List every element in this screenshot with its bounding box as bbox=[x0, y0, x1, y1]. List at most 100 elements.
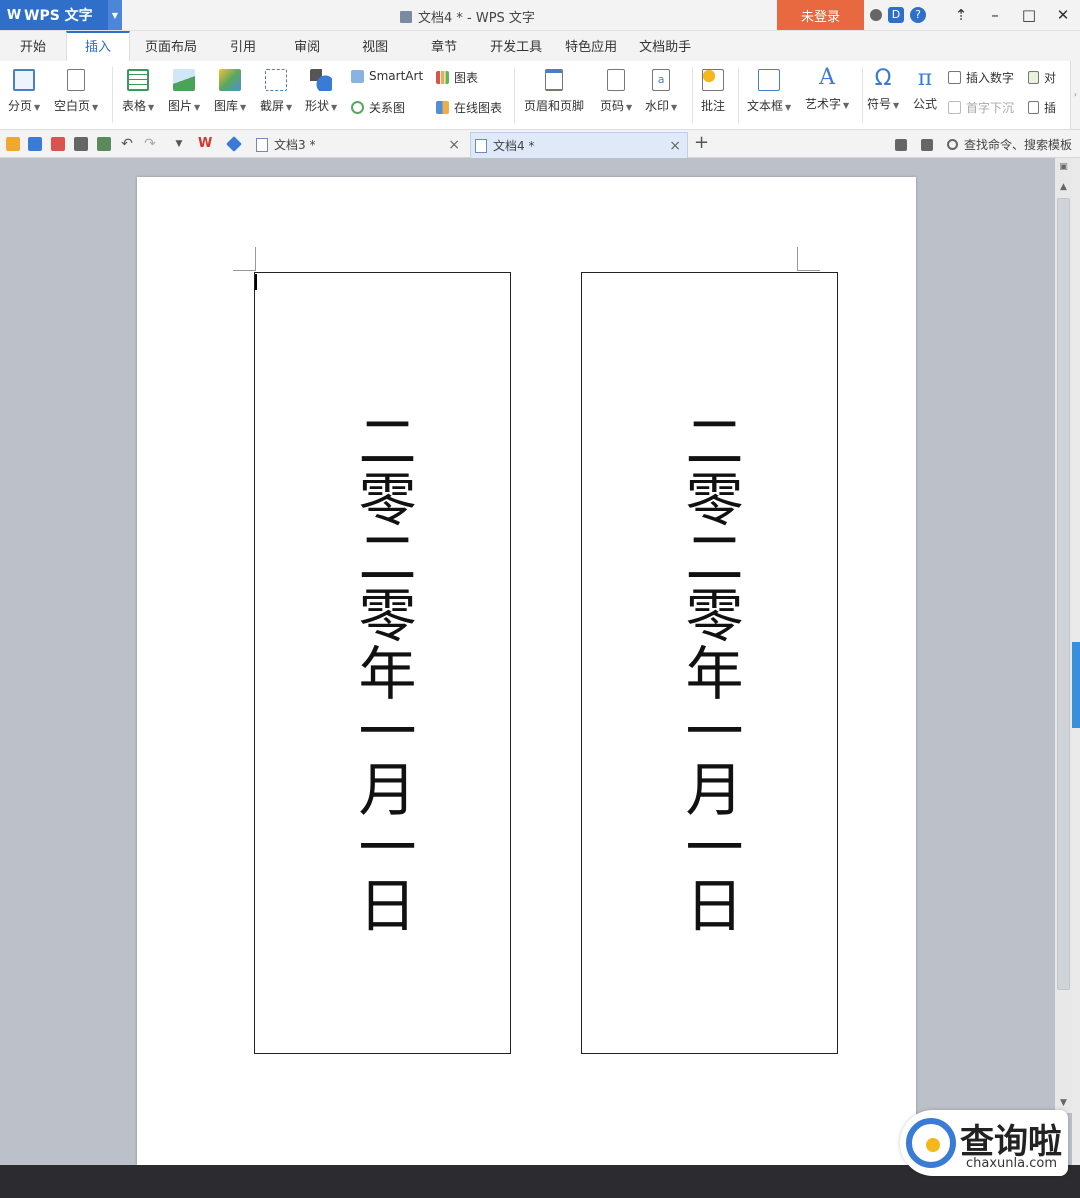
tab-page-layout[interactable]: 页面布局 bbox=[130, 31, 212, 61]
drop-cap-button[interactable]: 首字下沉 bbox=[948, 99, 1014, 116]
crop-mark bbox=[798, 270, 820, 271]
tab-developer[interactable]: 开发工具 bbox=[478, 31, 554, 61]
tab-chapter[interactable]: 章节 bbox=[410, 31, 478, 61]
restore-ribbon-icon[interactable]: ⇡ bbox=[944, 0, 978, 30]
formula-label: 公式 bbox=[913, 97, 938, 111]
header-footer-icon bbox=[545, 69, 563, 91]
new-tab-button[interactable]: + bbox=[694, 132, 709, 153]
redo-icon[interactable]: ↷ bbox=[143, 137, 157, 151]
table-label: 表格 bbox=[122, 99, 147, 113]
shape-button[interactable]: 形状 ▼ bbox=[305, 69, 337, 114]
page-break-button[interactable]: 分页 ▼ bbox=[8, 69, 40, 114]
insert-extra-icon bbox=[1028, 101, 1039, 114]
scroll-down-icon[interactable]: ▼ bbox=[1055, 1098, 1072, 1108]
divider bbox=[738, 67, 739, 123]
tab-features[interactable]: 特色应用 bbox=[554, 31, 628, 61]
insert-number-button[interactable]: 插入数字 bbox=[948, 69, 1014, 86]
search-command-box[interactable]: 查找命令、搜索模板 bbox=[964, 136, 1072, 153]
picture-button[interactable]: 图片 ▼ bbox=[168, 69, 200, 114]
document-page[interactable]: 二零二零年一月一日 二零二零年一月一日 bbox=[137, 177, 916, 1165]
scroll-top-icon[interactable]: ▣ bbox=[1055, 162, 1072, 172]
tab-home[interactable]: 开始 bbox=[0, 31, 66, 61]
help-icon[interactable]: ? bbox=[910, 7, 926, 23]
textbox-label: 文本框 bbox=[747, 99, 784, 113]
omega-icon: Ω bbox=[874, 66, 892, 91]
header-footer-label: 页眉和页脚 bbox=[524, 99, 585, 113]
doc-tab-3[interactable]: 文档3 * × bbox=[252, 132, 466, 158]
login-button[interactable]: 未登录 bbox=[777, 0, 864, 30]
ribbon-insert: 分页 ▼ 空白页 ▼ 表格 ▼ 图片 ▼ 图库 ▼ 截屏 ▼ 形状 ▼ SmartArt 图表… bbox=[0, 61, 1080, 130]
document-icon bbox=[256, 138, 268, 152]
scrollbar-thumb[interactable] bbox=[1057, 198, 1070, 990]
customize-dropdown-icon[interactable]: ▼ bbox=[172, 137, 186, 151]
tab-insert[interactable]: 插入 bbox=[66, 31, 131, 61]
cloud-doc-icon[interactable] bbox=[226, 136, 242, 152]
pi-icon: π bbox=[917, 66, 933, 91]
blank-page-label: 空白页 bbox=[54, 99, 91, 113]
save-icon[interactable] bbox=[28, 137, 42, 151]
tab-doc-assistant[interactable]: 文档助手 bbox=[628, 31, 702, 61]
feedback-icon[interactable] bbox=[920, 138, 933, 151]
object-button[interactable]: 对 bbox=[1028, 69, 1056, 86]
formula-button[interactable]: π 公式 bbox=[913, 67, 937, 112]
header-footer-button[interactable]: 页眉和页脚 bbox=[524, 69, 584, 114]
open-icon[interactable] bbox=[6, 137, 20, 151]
comment-button[interactable]: 批注 bbox=[701, 69, 725, 114]
vertical-text-left: 二零二零年一月一日 bbox=[348, 411, 417, 933]
drop-cap-icon bbox=[948, 101, 961, 114]
print-icon[interactable] bbox=[74, 137, 88, 151]
vertical-text-right: 二零二零年一月一日 bbox=[675, 411, 744, 933]
blank-page-button[interactable]: 空白页 ▼ bbox=[54, 69, 98, 114]
scissors-icon bbox=[265, 69, 288, 91]
textbox-icon bbox=[758, 69, 781, 91]
table-button[interactable]: 表格 ▼ bbox=[122, 69, 154, 114]
crop-mark bbox=[255, 247, 256, 271]
textbox-button[interactable]: 文本框 ▼ bbox=[747, 69, 791, 114]
screenshot-button[interactable]: 截屏 ▼ bbox=[260, 69, 292, 114]
wordart-label: 艺术字 bbox=[805, 97, 842, 111]
undo-icon[interactable]: ↶ bbox=[120, 137, 134, 151]
chart-label: 图表 bbox=[454, 71, 479, 85]
close-icon[interactable]: × bbox=[669, 133, 681, 159]
gallery-label: 图库 bbox=[214, 99, 239, 113]
print-preview-icon[interactable] bbox=[97, 137, 111, 151]
ribbon-scroll-right[interactable]: › bbox=[1070, 61, 1080, 129]
text-box-right[interactable]: 二零二零年一月一日 bbox=[581, 272, 838, 1054]
watermark-button[interactable]: a 水印 ▼ bbox=[645, 69, 677, 114]
scroll-up-icon[interactable]: ▲ bbox=[1055, 182, 1072, 192]
tab-view[interactable]: 视图 bbox=[340, 31, 410, 61]
skin-icon[interactable] bbox=[870, 9, 882, 21]
maximize-button[interactable]: □ bbox=[1012, 0, 1046, 30]
wps-home-icon[interactable]: W bbox=[198, 137, 212, 151]
minimize-button[interactable]: – bbox=[978, 0, 1012, 30]
side-panel-toggle[interactable] bbox=[1072, 642, 1080, 728]
close-icon[interactable]: × bbox=[448, 132, 460, 158]
bar-chart-icon bbox=[436, 71, 449, 84]
number-icon bbox=[948, 71, 961, 84]
skin-icon[interactable] bbox=[894, 138, 907, 151]
close-button[interactable]: ✕ bbox=[1046, 0, 1080, 30]
symbol-button[interactable]: Ω 符号 ▼ bbox=[867, 67, 899, 112]
text-cursor bbox=[255, 274, 257, 290]
tab-references[interactable]: 引用 bbox=[212, 31, 274, 61]
doc-tab-4[interactable]: 文档4 * × bbox=[470, 132, 688, 158]
gallery-button[interactable]: 图库 ▼ bbox=[214, 69, 246, 114]
sync-icon[interactable]: D bbox=[888, 7, 904, 23]
chart-button[interactable]: 图表 bbox=[436, 69, 478, 86]
gallery-icon bbox=[219, 69, 242, 91]
watermark-label: 水印 bbox=[645, 99, 670, 113]
wps-menu-button[interactable]: W WPS 文字 ▼ bbox=[0, 0, 122, 30]
vertical-scrollbar[interactable]: ▣ ▲ ▼ bbox=[1055, 158, 1072, 1113]
wordart-button[interactable]: A 艺术字 ▼ bbox=[805, 67, 849, 112]
app-logo-text: WPS 文字 bbox=[24, 8, 93, 24]
online-chart-button[interactable]: 在线图表 bbox=[436, 99, 502, 116]
insert-extra-button[interactable]: 插 bbox=[1028, 99, 1056, 116]
chevron-down-icon[interactable]: ▼ bbox=[108, 0, 122, 30]
text-box-left[interactable]: 二零二零年一月一日 bbox=[254, 272, 511, 1054]
page-number-button[interactable]: 页码 ▼ bbox=[600, 69, 632, 114]
doc-tab-label: 文档4 * bbox=[493, 139, 535, 153]
relation-chart-button[interactable]: 关系图 bbox=[351, 99, 405, 116]
tab-review[interactable]: 审阅 bbox=[274, 31, 340, 61]
smartart-button[interactable]: SmartArt bbox=[351, 69, 423, 83]
export-pdf-icon[interactable] bbox=[51, 137, 65, 151]
